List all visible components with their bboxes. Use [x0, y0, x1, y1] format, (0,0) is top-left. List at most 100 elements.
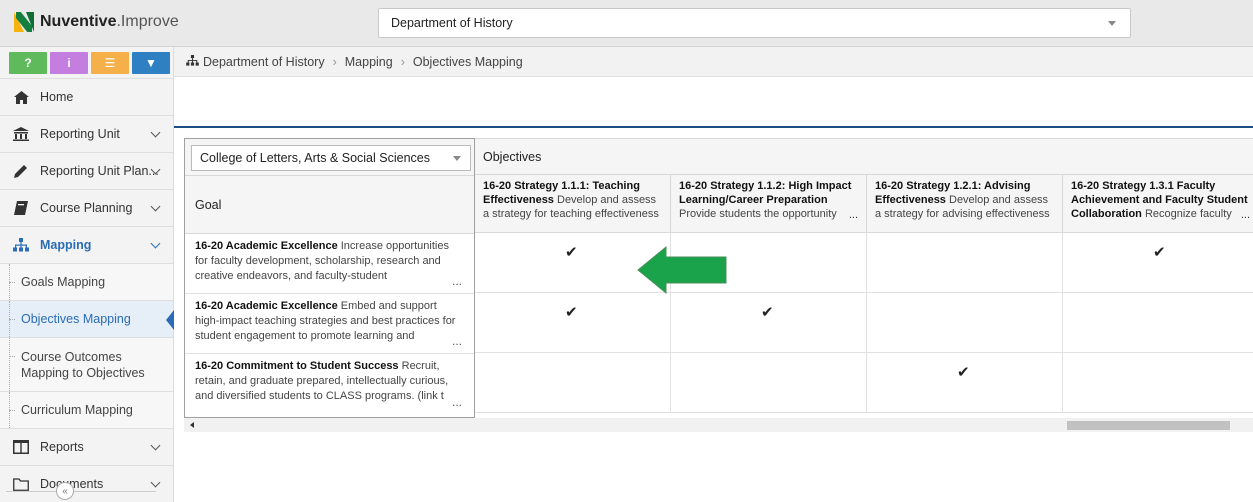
sidebar-item-label: Reporting Unit Plan...: [40, 164, 159, 178]
selected-pointer-icon: [166, 310, 174, 330]
goal-title: 16-20 Academic Excellence: [195, 240, 338, 252]
more-icon[interactable]: ...: [1238, 208, 1250, 222]
objective-header[interactable]: 16-20 Strategy 1.3.1 Faculty Achievement…: [1063, 175, 1253, 232]
sidebar-subitem-label: Goals Mapping: [21, 275, 106, 289]
mapping-cell[interactable]: [1063, 293, 1253, 352]
sidebar-item-mapping[interactable]: Mapping: [0, 226, 173, 263]
goal-column-top: College of Letters, Arts & Social Scienc…: [185, 139, 474, 176]
sidebar-item-label: Course Planning: [40, 201, 133, 215]
goal-row[interactable]: 16-20 Commitment to Student Success Recr…: [185, 354, 474, 414]
app-logo[interactable]: Nuventive.Improve: [14, 12, 179, 32]
breadcrumb-separator-icon: ›: [332, 54, 337, 69]
mapping-cell[interactable]: [867, 293, 1063, 352]
sidebar-subitem-course-outcomes-mapping[interactable]: Course Outcomes Mapping to Objectives: [0, 337, 173, 391]
goal-column: College of Letters, Arts & Social Scienc…: [184, 138, 475, 418]
info-button[interactable]: i: [50, 52, 88, 74]
mapping-row: ✔: [475, 353, 1253, 413]
breadcrumb-link[interactable]: Mapping: [345, 55, 393, 69]
app-name: Nuventive.Improve: [40, 13, 179, 30]
objective-header[interactable]: 16-20 Strategy 1.1.2: High Impact Learni…: [671, 175, 867, 232]
sidebar-divider: [6, 491, 156, 492]
mapping-cell[interactable]: [671, 353, 867, 412]
breadcrumb-current: Objectives Mapping: [412, 54, 523, 69]
mapping-row: ✔ ✔: [475, 233, 1253, 293]
mapping-cell[interactable]: ✔: [1063, 233, 1253, 292]
sidebar-item-reports[interactable]: Reports: [0, 428, 173, 465]
breadcrumb-link[interactable]: Department of History: [203, 55, 325, 69]
chevron-down-icon: [150, 127, 161, 138]
mapping-matrix: ✔ ✔ ✔ ✔ ✔: [475, 233, 1253, 413]
sidebar-subitem-label: Curriculum Mapping: [21, 403, 133, 417]
more-icon[interactable]: ...: [846, 208, 858, 222]
sidebar-item-label: Home: [40, 90, 74, 104]
notes-button[interactable]: ☰: [91, 52, 129, 74]
mapping-cell[interactable]: [1063, 353, 1253, 412]
mapping-cell[interactable]: [475, 353, 671, 412]
check-icon: ✔: [565, 244, 578, 261]
sidebar-item-home[interactable]: Home: [0, 78, 173, 115]
objectives-header-row: 16-20 Strategy 1.1.1: Teaching Effective…: [475, 175, 1253, 233]
more-icon[interactable]: ...: [449, 395, 462, 410]
sidebar-subitem-goals-mapping[interactable]: Goals Mapping: [0, 263, 173, 300]
scrollbar-thumb[interactable]: [1067, 421, 1230, 430]
more-icon[interactable]: ...: [449, 274, 462, 289]
chevron-down-icon: [150, 201, 161, 212]
college-select-value: College of Letters, Arts & Social Scienc…: [200, 151, 430, 165]
top-bar: Nuventive.Improve Department of History: [0, 0, 1253, 47]
sidebar: ? i ☰ ▼ Home Reporting Unit Reporting Un…: [0, 47, 174, 502]
scroll-left-icon[interactable]: [190, 422, 194, 428]
check-icon: ✔: [761, 304, 774, 321]
help-button[interactable]: ?: [9, 52, 47, 74]
sidebar-item-label: Reports: [40, 440, 84, 454]
horizontal-scrollbar[interactable]: [184, 418, 1253, 432]
objectives-label: Objectives: [475, 138, 1253, 175]
objective-description: Provide students the opportunity: [679, 208, 837, 220]
home-icon: [12, 89, 30, 105]
goal-header: Goal: [185, 176, 474, 234]
chevron-down-icon: [150, 440, 161, 451]
check-icon: ✔: [1153, 244, 1166, 261]
objective-description: Recognize faculty: [1144, 208, 1232, 220]
bank-icon: [12, 126, 30, 142]
sidebar-item-label: Reporting Unit: [40, 127, 120, 141]
book-icon: [12, 200, 30, 216]
mapping-cell[interactable]: [867, 233, 1063, 292]
objective-header[interactable]: 16-20 Strategy 1.1.1: Teaching Effective…: [475, 175, 671, 232]
sidebar-item-reporting-unit-plan[interactable]: Reporting Unit Plan...: [0, 152, 173, 189]
quick-buttons: ? i ☰ ▼: [0, 47, 173, 78]
objectives-area: Objectives 16-20 Strategy 1.1.1: Teachin…: [475, 138, 1253, 418]
check-icon: ✔: [957, 364, 970, 381]
breadcrumb: Department of History › Mapping › Object…: [174, 47, 1253, 77]
sidebar-subitem-label: Course Outcomes Mapping to Objectives: [21, 349, 145, 380]
sitemap-icon: [12, 237, 30, 253]
filter-button[interactable]: ▼: [132, 52, 170, 74]
caret-down-icon: [453, 156, 461, 161]
collapse-sidebar-button[interactable]: «: [56, 482, 74, 500]
goal-row[interactable]: 16-20 Academic Excellence Embed and supp…: [185, 294, 474, 354]
department-select[interactable]: Department of History: [378, 8, 1131, 38]
goal-row[interactable]: 16-20 Academic Excellence Increase oppor…: [185, 234, 474, 294]
chevron-down-icon: [150, 477, 161, 488]
sidebar-subitem-curriculum-mapping[interactable]: Curriculum Mapping: [0, 391, 173, 428]
department-select-value: Department of History: [391, 16, 513, 30]
folder-icon: [12, 476, 30, 492]
sidebar-item-course-planning[interactable]: Course Planning: [0, 189, 173, 226]
sidebar-item-documents[interactable]: Documents: [0, 465, 173, 502]
check-icon: ✔: [565, 304, 578, 321]
sidebar-subitem-objectives-mapping[interactable]: Objectives Mapping: [0, 300, 174, 337]
mapping-cell[interactable]: ✔: [671, 293, 867, 352]
columns-icon: [12, 439, 30, 455]
annotation-arrow-icon: [637, 245, 727, 295]
chevron-down-icon: [150, 238, 161, 249]
objective-header[interactable]: 16-20 Strategy 1.2.1: Advising Effective…: [867, 175, 1063, 232]
college-select[interactable]: College of Letters, Arts & Social Scienc…: [191, 145, 471, 171]
caret-down-icon: [1108, 21, 1116, 26]
breadcrumb-separator-icon: ›: [400, 54, 405, 69]
sidebar-item-reporting-unit[interactable]: Reporting Unit: [0, 115, 173, 152]
mapping-row: ✔ ✔: [475, 293, 1253, 353]
sidebar-item-label: Mapping: [40, 238, 92, 252]
mapping-cell[interactable]: ✔: [867, 353, 1063, 412]
mapping-cell[interactable]: ✔: [475, 293, 671, 352]
objective-title: 16-20 Strategy 1.1.2: High Impact Learni…: [679, 180, 852, 206]
more-icon[interactable]: ...: [449, 334, 462, 349]
